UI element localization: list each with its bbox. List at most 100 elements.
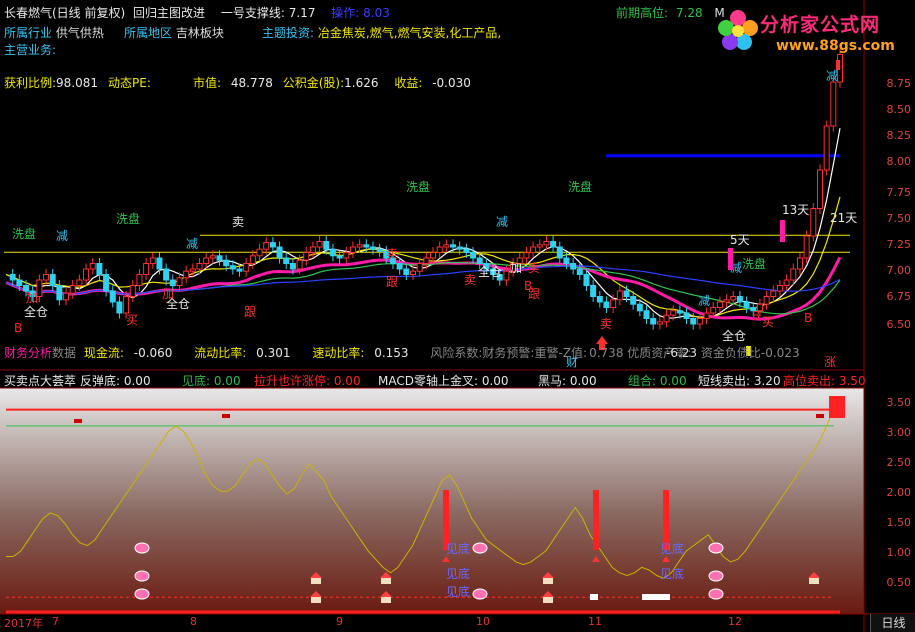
period-tab[interactable]: 日线 xyxy=(870,614,915,632)
candle-body xyxy=(523,252,530,259)
industry-label: 所属行业 xyxy=(4,26,53,40)
indicator-tick: 1.00 xyxy=(886,546,912,559)
candle-body xyxy=(570,263,577,270)
signal-label: 卖 xyxy=(600,317,612,331)
site-logo[interactable]: 分析家公式网 www.88gs.com xyxy=(714,6,914,66)
income-label: 收益: xyxy=(394,76,423,90)
candle-body xyxy=(723,299,730,303)
candle-body xyxy=(736,296,743,303)
indicator-item: 组合: 0.00 xyxy=(628,374,687,388)
signal-label: 减 xyxy=(186,237,198,251)
z-label: -Z值: xyxy=(558,346,588,360)
signal-block xyxy=(642,594,670,600)
candle-body xyxy=(790,268,797,281)
candle-body xyxy=(770,290,777,297)
indicator-bg xyxy=(0,388,864,614)
candle-body xyxy=(630,296,637,305)
support-label: 一号支撑线: xyxy=(220,6,285,20)
candle-body xyxy=(229,265,236,270)
cash-label: 现金流: xyxy=(83,346,124,360)
price-tick: 8.00 xyxy=(886,155,912,168)
candle-body xyxy=(363,244,370,248)
signal-column xyxy=(663,490,669,550)
indicator-item: 高位卖出: 3.50 xyxy=(783,374,866,388)
cash-value: -0.060 xyxy=(133,346,173,360)
indicator-item: 黑马: 0.00 xyxy=(538,374,597,388)
signal-label: 洗盘 xyxy=(406,179,430,194)
see-bottom-label: 见底 xyxy=(660,541,684,556)
quick-label: 速动比率: xyxy=(312,346,365,360)
candle-body xyxy=(289,263,296,270)
candle-body xyxy=(696,318,703,325)
candle-body xyxy=(296,259,303,270)
signal-label: 跟 xyxy=(386,275,398,289)
candle-body xyxy=(129,285,136,297)
z-value: 0.738 xyxy=(589,346,624,360)
candle-body xyxy=(269,242,276,248)
x-tick: 7 xyxy=(52,615,59,628)
indicator-header: 买卖点大荟萃 反弹底: 0.00 见底: 0.00 拉升也许涨停: 0.00 MACD… xyxy=(4,372,866,389)
candle-body xyxy=(596,296,603,303)
candle-body xyxy=(583,274,590,286)
stock-name[interactable]: 长春燃气(日线 前复权) xyxy=(4,6,125,20)
info-row-1: 所属行业 供气供热 xyxy=(4,24,104,41)
candle-body xyxy=(550,241,557,248)
signal-label: 5天 xyxy=(730,233,750,247)
signal-label: 全仓 xyxy=(478,264,502,279)
price-tick: 8.50 xyxy=(886,103,912,116)
indicator-name[interactable]: 买卖点大荟萃 xyxy=(4,374,76,388)
candle-body xyxy=(256,248,263,257)
operate-value: 8.03 xyxy=(363,6,390,20)
chart-canvas[interactable]: 洗盘洗盘洗盘 洗盘洗盘减减减减减减卖卖卖卖卖买 买跟跟跟全仓全仓全仓全仓加加加BBB… xyxy=(0,0,915,632)
flower-icon xyxy=(708,570,724,582)
candle-body xyxy=(530,246,537,253)
candle-body xyxy=(203,257,210,264)
candle-body xyxy=(823,125,830,171)
candle-body xyxy=(343,252,350,259)
candle-body xyxy=(730,296,737,301)
signal-label: 涨 xyxy=(824,354,836,369)
candle-body xyxy=(336,255,343,259)
see-bottom-label: 见底 xyxy=(446,584,470,599)
candle-body xyxy=(56,285,63,301)
risk-label: 风险系数: xyxy=(430,346,483,360)
price-tick: 6.75 xyxy=(886,290,912,303)
candle-body xyxy=(109,290,116,303)
signal-label: 买 xyxy=(762,315,774,329)
candle-body xyxy=(329,248,336,257)
house-icon xyxy=(809,578,819,584)
candle-body xyxy=(703,312,710,319)
indicator-tick: 0.50 xyxy=(886,576,912,589)
candle-body xyxy=(710,307,717,314)
house-icon xyxy=(311,578,321,584)
pe-label: 动态PE: xyxy=(108,76,151,90)
signal-label: 卖 xyxy=(386,247,398,261)
asset-debt: -6.23 资金负债比-0.023 xyxy=(666,344,800,361)
finance-title[interactable]: 财务分析 xyxy=(4,346,52,360)
candle-body xyxy=(456,246,463,250)
candle-body xyxy=(316,241,323,248)
x-tick: 9 xyxy=(336,615,343,628)
candle-body xyxy=(536,244,543,248)
candle-body xyxy=(356,244,363,248)
price-tick: 7.75 xyxy=(886,186,912,199)
candle-body xyxy=(563,257,570,264)
signal-label: B xyxy=(524,279,532,293)
candle-body xyxy=(83,268,90,281)
finance-row: 财务分析数据 现金流: -0.060 流动比率: 0.301 速动比率: 0.1… xyxy=(4,344,691,361)
signal-label: 全仓 xyxy=(24,304,48,319)
candle-body xyxy=(650,318,657,325)
price-tick: 7.50 xyxy=(886,212,912,225)
indicator-item: 见底: 0.00 xyxy=(182,374,241,388)
price-tick: 8.75 xyxy=(886,77,912,90)
candle-body xyxy=(149,257,156,264)
indicator-tick: 2.50 xyxy=(886,456,912,469)
candle-body xyxy=(116,301,123,314)
house-icon xyxy=(543,578,553,584)
x-tick: 2017年 xyxy=(4,617,43,630)
asset-value: -6.23 xyxy=(666,346,698,360)
candle-body xyxy=(323,241,330,250)
candle-body xyxy=(189,268,196,272)
house-icon xyxy=(381,597,391,603)
candle-body xyxy=(396,263,403,270)
